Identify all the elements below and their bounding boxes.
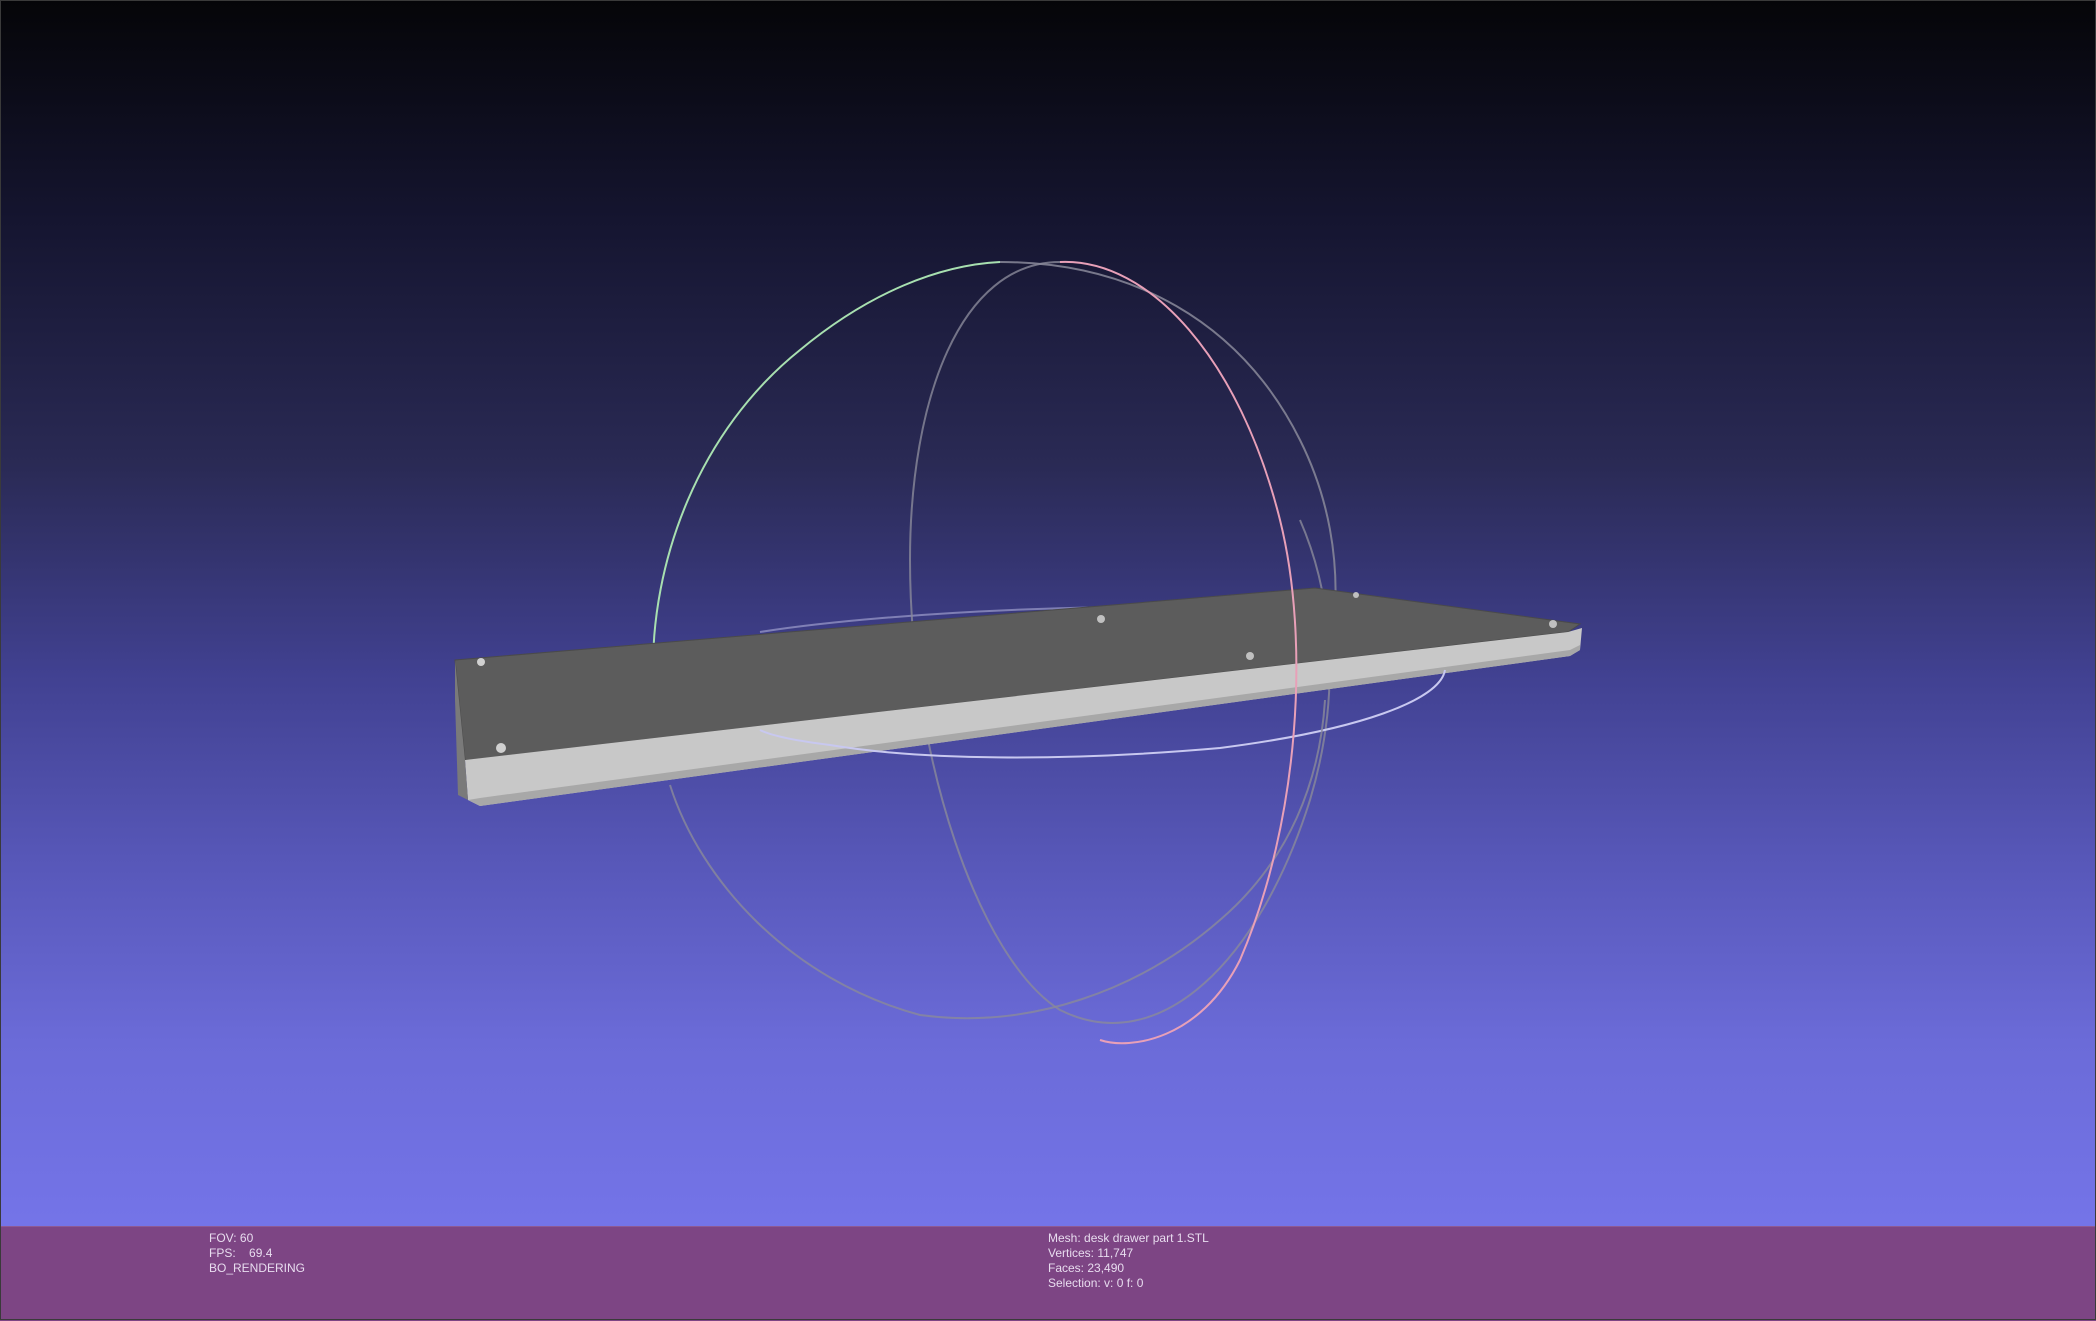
mesh-hole <box>1097 615 1105 623</box>
trackball-ring-green <box>651 261 1001 681</box>
faces-value: 23,490 <box>1087 1261 1125 1275</box>
mesh-hole <box>477 658 485 666</box>
vertices-label: Vertices: <box>1048 1246 1095 1260</box>
mesh-hole <box>1246 652 1254 660</box>
3d-viewport[interactable] <box>0 0 2096 1226</box>
status-bar: FOV: 60 FPS: 69.4 BO_RENDERING Mesh: des… <box>0 1226 2096 1321</box>
selection-line: Selection: v: 0 f: 0 <box>1048 1276 1209 1291</box>
mesh-name: desk drawer part 1.STL <box>1084 1231 1209 1245</box>
faces-label: Faces: <box>1048 1261 1085 1275</box>
mesh-label: Mesh: <box>1048 1231 1081 1245</box>
fps-label: FPS: <box>209 1246 236 1260</box>
mesh-hole <box>496 743 506 753</box>
viewer-info: FOV: 60 FPS: 69.4 BO_RENDERING <box>209 1231 305 1276</box>
mesh-hole <box>1353 592 1359 598</box>
vertices-line: Vertices: 11,747 <box>1048 1246 1209 1261</box>
mesh-hole <box>1549 620 1557 628</box>
selection-value: v: 0 f: 0 <box>1104 1276 1144 1290</box>
fov-line: FOV: 60 <box>209 1231 305 1246</box>
vertices-value: 11,747 <box>1097 1246 1134 1260</box>
fov-value: 60 <box>239 1231 254 1245</box>
mesh-name-line: Mesh: desk drawer part 1.STL <box>1048 1231 1209 1246</box>
fps-value: 69.4 <box>249 1246 273 1260</box>
scene-canvas[interactable] <box>0 0 2096 1226</box>
trackball-ring-upper-grey <box>999 261 1337 613</box>
render-mode: BO_RENDERING <box>209 1261 306 1275</box>
fov-label: FOV: <box>209 1231 237 1245</box>
faces-line: Faces: 23,490 <box>1048 1261 1209 1276</box>
fps-line: FPS: 69.4 <box>209 1246 305 1261</box>
mesh-info: Mesh: desk drawer part 1.STL Vertices: 1… <box>1048 1231 1209 1291</box>
selection-label: Selection: <box>1048 1276 1101 1290</box>
